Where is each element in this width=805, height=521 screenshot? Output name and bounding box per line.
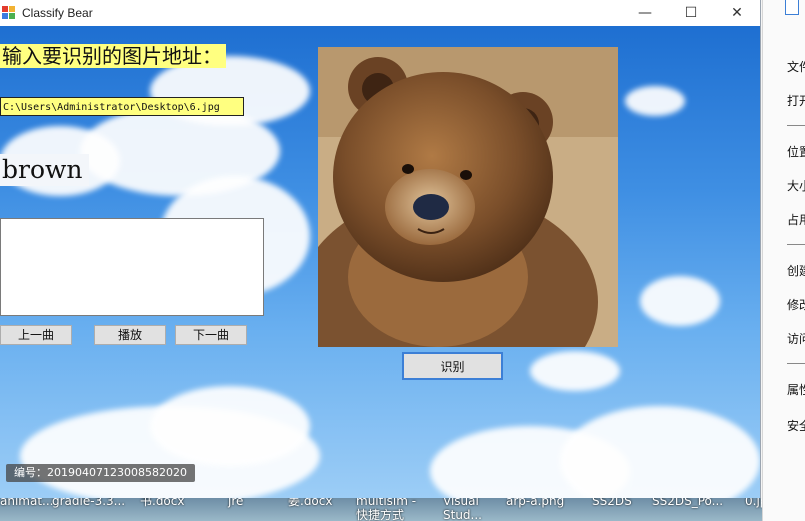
maximize-button[interactable]: ☐	[668, 0, 714, 26]
desktop-icon-label[interactable]: arp-a.png	[506, 498, 564, 508]
app-window: Classify Bear — ☐ ✕ 输入要识别的图片地址： C:\Users…	[0, 0, 761, 498]
menu-item-location[interactable]: 位置	[787, 143, 805, 160]
cloud	[625, 86, 685, 116]
desktop-icon-label[interactable]: SS2DS_Po...	[652, 498, 723, 508]
desktop-icon-label[interactable]: Visual Stud...	[443, 498, 483, 521]
classification-result: brown	[0, 154, 89, 186]
menu-item-modified[interactable]: 修改	[787, 296, 805, 313]
cloud	[530, 351, 620, 391]
form-background: 输入要识别的图片地址： C:\Users\Administrator\Deskt…	[0, 26, 760, 498]
cloud	[640, 276, 720, 326]
desktop-icon-label[interactable]: 姜.docx	[288, 498, 332, 508]
menu-item-open[interactable]: 打开	[787, 92, 805, 109]
desktop-icon-label[interactable]: 书.docx	[140, 498, 184, 508]
explorer-context-panel: 文件 打开 位置 大小 占用 创建 修改 访问 属性 安全	[762, 0, 805, 521]
file-icon	[785, 0, 799, 15]
app-icon	[2, 6, 16, 20]
desktop-icon-label[interactable]: multisim - 快捷方式	[356, 498, 426, 521]
play-button[interactable]: 播放	[94, 325, 166, 345]
menu-item-file[interactable]: 文件	[787, 58, 805, 75]
output-textarea[interactable]	[0, 218, 264, 316]
menu-item-size[interactable]: 大小	[787, 177, 805, 194]
window-title: Classify Bear	[22, 6, 93, 20]
desktop-icons-strip: animat... gradle-3.3... 书.docx jre 姜.doc…	[0, 498, 762, 521]
cloud	[560, 406, 760, 498]
menu-separator	[787, 244, 805, 245]
path-prompt-label: 输入要识别的图片地址：	[0, 44, 226, 68]
bear-illustration	[318, 47, 618, 347]
desktop-icon-label[interactable]: jre	[228, 498, 243, 508]
minimize-button[interactable]: —	[622, 0, 668, 26]
next-track-button[interactable]: 下一曲	[175, 325, 247, 345]
desktop-icon-label[interactable]: 0.jp	[745, 498, 762, 508]
menu-item-accessed[interactable]: 访问	[787, 330, 805, 347]
image-id-badge: 编号：20190407123008582020	[6, 464, 195, 482]
window-controls: — ☐ ✕	[622, 0, 760, 26]
previous-track-button[interactable]: 上一曲	[0, 325, 72, 345]
desktop-icon-label[interactable]: animat...	[0, 498, 53, 508]
cloud	[150, 386, 310, 466]
menu-item-created[interactable]: 创建	[787, 262, 805, 279]
menu-separator	[787, 363, 805, 364]
desktop-icon-label[interactable]: SS2DS	[592, 498, 632, 508]
menu-item-properties[interactable]: 属性	[787, 381, 805, 398]
title-bar[interactable]: Classify Bear — ☐ ✕	[0, 0, 760, 26]
menu-item-usage[interactable]: 占用	[787, 211, 805, 228]
bear-image	[318, 47, 618, 347]
classify-button[interactable]: 识别	[402, 352, 503, 380]
desktop-icon-label[interactable]: gradle-3.3...	[52, 498, 125, 508]
image-path-input[interactable]: C:\Users\Administrator\Desktop\6.jpg	[0, 97, 244, 116]
menu-item-security[interactable]: 安全	[787, 417, 805, 434]
menu-separator	[787, 125, 805, 126]
close-button[interactable]: ✕	[714, 0, 760, 26]
